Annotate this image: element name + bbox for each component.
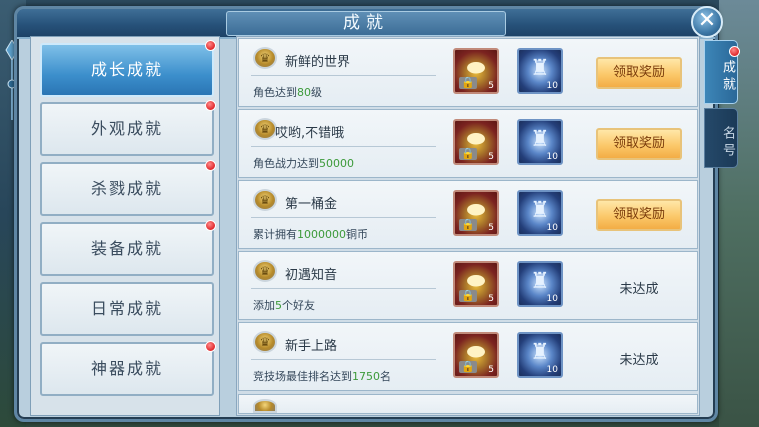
achievement-title: 哎哟,不错哦	[275, 126, 345, 141]
divider	[251, 359, 436, 360]
trophy-icon	[253, 399, 277, 413]
lock-icon: 🔒	[459, 360, 477, 373]
lock-icon: 🔒	[459, 76, 477, 89]
tab-achievements-label: 成就	[720, 60, 735, 94]
tab-achievements-notify-dot	[729, 46, 740, 57]
lock-icon: 🔒	[459, 147, 477, 160]
lock-icon: 🔒	[459, 218, 477, 231]
achievement-row-partial	[238, 394, 698, 414]
category-growth-notify-dot	[205, 40, 216, 51]
armor-icon: ♜	[530, 127, 550, 152]
achievement-desc: 添加5个好友	[253, 299, 315, 312]
achievement-desc: 竞技场最佳排名达到1750名	[253, 370, 391, 383]
achievement-desc: 角色达到80级	[253, 86, 322, 99]
reward-armor[interactable]: ♜ 10	[517, 332, 563, 378]
reward-qty: 10	[546, 152, 558, 162]
divider	[251, 75, 436, 76]
achievement-title: 第一桶金	[285, 197, 338, 212]
trophy-icon: ♛	[253, 47, 277, 69]
claim-reward-button[interactable]: 领取奖励	[596, 199, 682, 231]
category-appearance-notify-dot	[205, 100, 216, 111]
achievement-row: ♛ 新手上路 竞技场最佳排名达到1750名 ⬬ 🔒 5 ♜ 10 未达成	[238, 322, 698, 391]
reward-qty: 10	[546, 223, 558, 233]
achievement-row: ♛ 第一桶金 累计拥有1000000铜币 ⬬ 🔒 5 ♜ 10 领取奖励	[238, 180, 698, 249]
armor-icon: ♜	[530, 56, 550, 81]
reward-qty: 10	[546, 81, 558, 91]
title-bar: 成就	[17, 9, 715, 39]
armor-icon: ♜	[530, 340, 550, 365]
reward-gold-ingot[interactable]: ⬬ 🔒 5	[453, 261, 499, 307]
achievement-title: 新鲜的世界	[285, 55, 351, 70]
divider	[251, 217, 436, 218]
trophy-icon: ♛	[253, 118, 277, 140]
armor-icon: ♜	[530, 198, 550, 223]
category-appearance[interactable]: 外观成就	[40, 102, 214, 156]
trophy-icon: ♛	[253, 260, 277, 282]
reward-qty: 5	[488, 365, 494, 375]
divider	[251, 288, 436, 289]
reward-armor[interactable]: ♜ 10	[517, 190, 563, 236]
window-title: 成就	[226, 11, 506, 36]
reward-gold-ingot[interactable]: ⬬ 🔒 5	[453, 48, 499, 94]
category-kills-notify-dot	[205, 160, 216, 171]
reward-gold-ingot[interactable]: ⬬ 🔒 5	[453, 332, 499, 378]
status-not-achieved: 未达成	[619, 353, 659, 368]
status-not-achieved: 未达成	[619, 282, 659, 297]
divider	[251, 146, 436, 147]
tab-titles-label: 名号	[720, 126, 735, 160]
armor-icon: ♜	[530, 269, 550, 294]
reward-armor[interactable]: ♜ 10	[517, 119, 563, 165]
category-growth[interactable]: 成长成就	[40, 43, 214, 97]
close-button[interactable]: ✕	[691, 6, 723, 38]
claim-reward-button[interactable]: 领取奖励	[596, 57, 682, 89]
tab-titles[interactable]: 名号	[704, 108, 738, 168]
category-kills[interactable]: 杀戮成就	[40, 162, 214, 216]
reward-qty: 10	[546, 365, 558, 375]
achievement-row: ♛ 哎哟,不错哦 角色战力达到50000 ⬬ 🔒 5 ♜ 10 领取奖励	[238, 109, 698, 178]
lock-icon: 🔒	[459, 289, 477, 302]
category-artifact-notify-dot	[205, 341, 216, 352]
claim-reward-button[interactable]: 领取奖励	[596, 128, 682, 160]
reward-qty: 5	[488, 294, 494, 304]
category-equipment[interactable]: 装备成就	[40, 222, 214, 276]
reward-gold-ingot[interactable]: ⬬ 🔒 5	[453, 190, 499, 236]
reward-qty: 5	[488, 223, 494, 233]
reward-armor[interactable]: ♜ 10	[517, 261, 563, 307]
reward-qty: 10	[546, 294, 558, 304]
achievement-desc: 角色战力达到50000	[253, 157, 354, 170]
achievement-title: 新手上路	[285, 339, 338, 354]
category-daily[interactable]: 日常成就	[40, 282, 214, 336]
reward-armor[interactable]: ♜ 10	[517, 48, 563, 94]
achievement-row: ♛ 新鲜的世界 角色达到80级 ⬬ 🔒 5 ♜ 10 领取奖励	[238, 38, 698, 107]
trophy-icon: ♛	[253, 189, 277, 211]
category-equipment-notify-dot	[205, 220, 216, 231]
reward-qty: 5	[488, 152, 494, 162]
achievement-row: ♛ 初遇知音 添加5个好友 ⬬ 🔒 5 ♜ 10 未达成	[238, 251, 698, 320]
achievement-desc: 累计拥有1000000铜币	[253, 228, 368, 241]
trophy-icon: ♛	[253, 331, 277, 353]
category-artifact[interactable]: 神器成就	[40, 342, 214, 396]
achievement-title: 初遇知音	[285, 268, 338, 283]
reward-gold-ingot[interactable]: ⬬ 🔒 5	[453, 119, 499, 165]
reward-qty: 5	[488, 81, 494, 91]
